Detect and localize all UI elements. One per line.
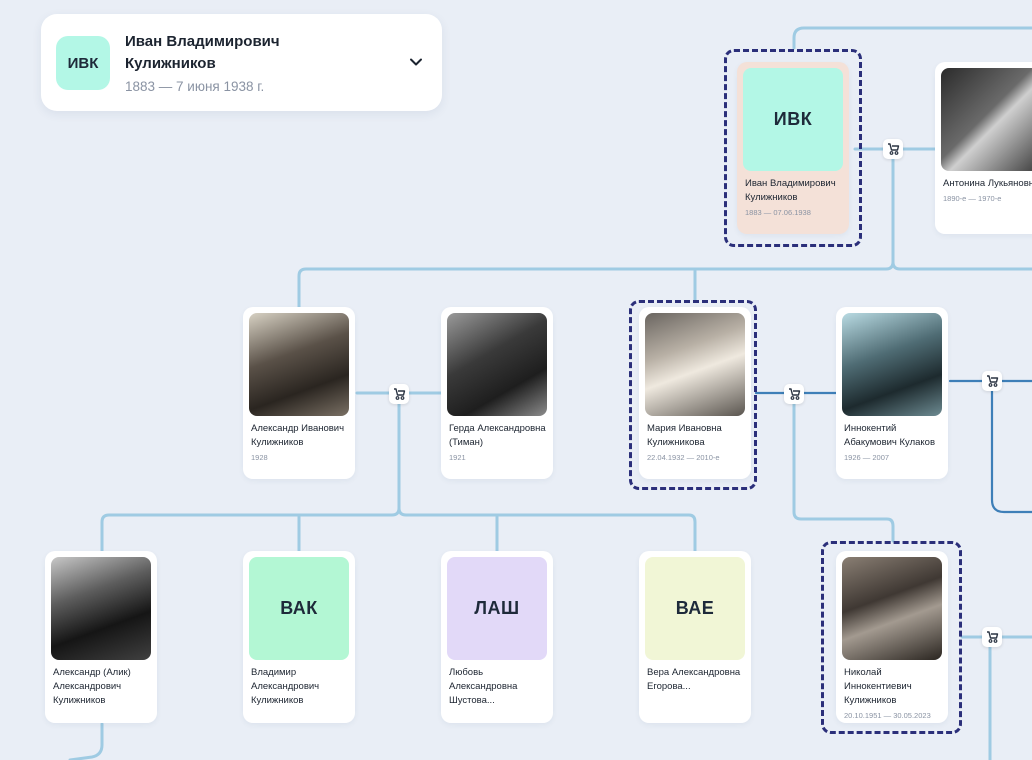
person-name: Иннокентий Абакумович Кулаков [844,423,936,448]
person-card-alik[interactable]: Александр (Алик) Александрович Кулижнико… [45,551,157,723]
stroller-icon[interactable] [389,384,409,404]
selection-highlight [821,541,962,734]
person-name: Герда Александровна (Тиман) [449,423,546,448]
person-name: Владимир Александрович Кулижников [251,667,320,706]
chevron-down-icon[interactable] [408,54,424,70]
person-name-line2: Кулижников [125,55,216,72]
person-name: Любовь Александровна Шустова... [449,667,518,706]
person-card-antonina[interactable]: Антонина Лукьяновна 1890-е — 1970-е [935,62,1032,234]
person-name: Александр (Алик) Александрович Кулижнико… [53,667,131,706]
person-card-vladimir[interactable]: ВАК Владимир Александрович Кулижников [243,551,355,723]
person-dates: 1890-е — 1970-е [943,194,1002,203]
person-photo [842,313,942,416]
person-card-innokentiy[interactable]: Иннокентий Абакумович Кулаков 1926 — 200… [836,307,948,479]
person-photo [941,68,1032,171]
person-name: Александр Иванович Кулижников [251,423,345,448]
person-dates: 1883 — 7 июня 1938 г. [125,79,265,94]
person-photo [51,557,151,660]
stroller-icon[interactable] [883,139,903,159]
selection-highlight [724,49,862,247]
person-name: Антонина Лукьяновна [943,178,1032,189]
person-card-gerda[interactable]: Герда Александровна (Тиман) 1921 [441,307,553,479]
person-name: Вера Александровна Егорова... [647,667,741,692]
avatar: ИВК [56,36,110,90]
stroller-icon[interactable] [784,384,804,404]
person-name-line1: Иван Владимирович [125,33,280,50]
person-card-lyubov[interactable]: ЛАШ Любовь Александровна Шустова... [441,551,553,723]
person-dates: 1921 [449,453,466,462]
selection-highlight [629,300,757,490]
stroller-icon[interactable] [982,627,1002,647]
stroller-icon[interactable] [982,371,1002,391]
person-card-vera[interactable]: ВАЕ Вера Александровна Егорова... [639,551,751,723]
avatar: ЛАШ [447,557,547,660]
person-card-alexander[interactable]: Александр Иванович Кулижников 1928 [243,307,355,479]
person-photo [249,313,349,416]
person-summary-card[interactable]: ИВК Иван Владимирович Кулижников 1883 — … [41,14,442,111]
person-dates: 1926 — 2007 [844,453,890,462]
person-name: Иван Владимирович Кулижников [125,31,280,75]
avatar: ВАК [249,557,349,660]
avatar: ВАЕ [645,557,745,660]
person-photo [447,313,547,416]
person-dates: 1928 [251,453,268,462]
